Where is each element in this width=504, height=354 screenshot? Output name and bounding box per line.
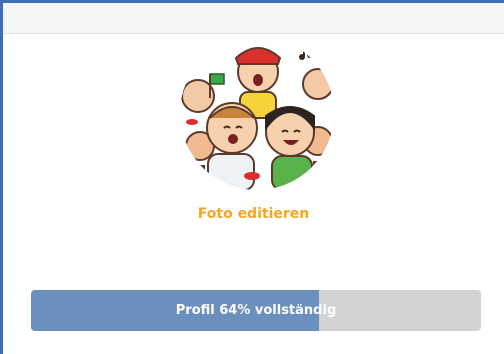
edit-photo-link[interactable]: Foto editieren xyxy=(3,206,504,222)
top-bar xyxy=(3,3,504,34)
profile-completion-bar: Profil 64% vollständig xyxy=(31,290,481,331)
kids-singing-illustration-icon xyxy=(180,36,334,190)
profile-avatar[interactable] xyxy=(180,36,334,190)
profile-completion-label: Profil 64% vollständig xyxy=(175,303,337,318)
app-frame: Foto editieren Profil 64% vollständig xyxy=(0,0,504,354)
